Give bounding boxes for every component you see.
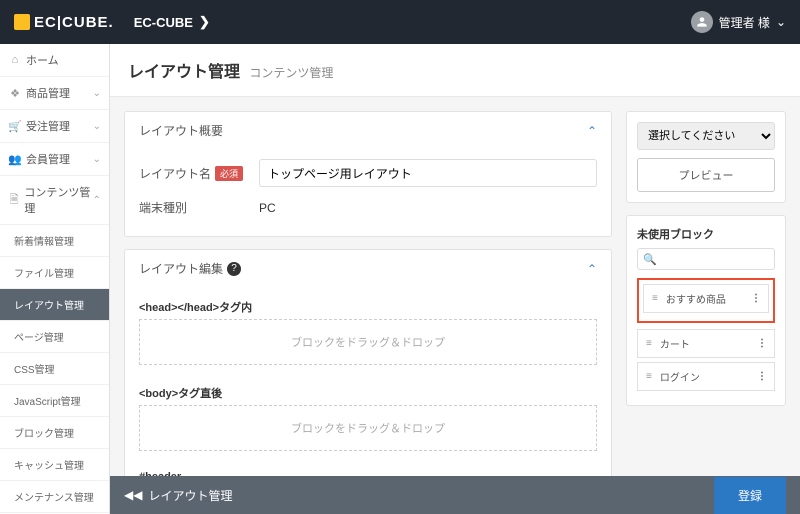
device-value: PC — [259, 201, 276, 215]
collapse-icon[interactable]: ⌃ — [587, 124, 597, 138]
register-button[interactable]: 登録 — [714, 477, 786, 514]
back-icon[interactable]: ◀◀ — [124, 488, 142, 502]
edit-card: レイアウト編集 ? ⌃ <head></head>タグ内 ブロックをドラッグ＆ド… — [124, 249, 612, 514]
nav-orders[interactable]: 🛒 受注管理 ⌄ — [0, 110, 109, 143]
page-title: レイアウト管理 — [128, 64, 240, 81]
nav-products[interactable]: ❖ 商品管理 ⌄ — [0, 77, 109, 110]
nav-members[interactable]: 👥 会員管理 ⌄ — [0, 143, 109, 176]
bottom-title: レイアウト管理 — [148, 487, 232, 504]
bottom-bar: ◀◀ レイアウト管理 登録 — [110, 476, 800, 514]
overview-head[interactable]: レイアウト概要 ⌃ — [125, 112, 611, 149]
chevron-down-icon: ⌄ — [93, 154, 101, 165]
dropzone-body[interactable]: ブロックをドラッグ＆ドロップ — [139, 405, 597, 451]
preview-button[interactable]: プレビュー — [637, 158, 775, 192]
chevron-down-icon: ⌄ — [93, 121, 101, 132]
section-head: <head></head>タグ内 — [139, 291, 597, 319]
more-icon[interactable]: ⋮ — [751, 293, 760, 304]
logo: EC|CUBE. — [14, 14, 114, 31]
device-label: 端末種別 — [139, 199, 259, 216]
search-icon: 🔍 — [643, 253, 657, 266]
page-subtitle: コンテンツ管理 — [249, 66, 333, 80]
card-title: レイアウト概要 — [139, 122, 223, 139]
layout-name-label: レイアウト名 必須 — [139, 165, 259, 182]
nav-label: ホーム — [26, 52, 59, 68]
collapse-icon[interactable]: ⌃ — [587, 262, 597, 276]
sub-css[interactable]: CSS管理 — [0, 353, 109, 385]
user-label: 管理者 様 — [719, 14, 770, 31]
chevron-down-icon: ⌄ — [776, 15, 786, 29]
block-label: ログイン — [660, 369, 700, 384]
user-icon — [691, 11, 713, 33]
products-icon: ❖ — [8, 87, 22, 100]
sub-news[interactable]: 新着情報管理 — [0, 225, 109, 257]
highlight-recommend: ≡ おすすめ商品 ⋮ — [637, 278, 775, 323]
sub-layout[interactable]: レイアウト管理 — [0, 289, 109, 321]
sub-maint[interactable]: メンテナンス管理 — [0, 481, 109, 513]
more-icon[interactable]: ⋮ — [757, 371, 766, 382]
home-icon: ⌂ — [8, 54, 22, 66]
user-menu[interactable]: 管理者 様 ⌄ — [691, 11, 786, 33]
chevron-down-icon: ⌄ — [93, 88, 101, 99]
unused-block-cart[interactable]: ≡ カート ⋮ — [637, 329, 775, 358]
sub-block[interactable]: ブロック管理 — [0, 417, 109, 449]
app-name: EC-CUBE — [134, 15, 193, 30]
content-icon: 🗎 — [8, 191, 20, 210]
unused-card: 未使用ブロック 🔍 ≡ おすすめ商品 ⋮ ≡ カート — [626, 215, 786, 406]
main-content: レイアウト管理 コンテンツ管理 レイアウト概要 ⌃ レイアウト名 必須 — [110, 44, 800, 514]
unused-search-input[interactable] — [637, 248, 775, 270]
members-icon: 👥 — [8, 153, 22, 166]
unused-block-recommend[interactable]: ≡ おすすめ商品 ⋮ — [643, 284, 769, 313]
unused-block-login[interactable]: ≡ ログイン ⋮ — [637, 362, 775, 391]
overview-card: レイアウト概要 ⌃ レイアウト名 必須 端末種別 — [124, 111, 612, 237]
nav-content[interactable]: 🗎コンテンツ管理⌃ — [0, 176, 109, 225]
app-link[interactable]: EC-CUBE ❯ — [134, 14, 210, 30]
topbar: EC|CUBE. EC-CUBE ❯ 管理者 様 ⌄ — [0, 0, 800, 44]
more-icon[interactable]: ⋮ — [757, 338, 766, 349]
nav-home[interactable]: ⌂ ホーム — [0, 44, 109, 77]
sub-file[interactable]: ファイル管理 — [0, 257, 109, 289]
page-select[interactable]: 選択してください — [637, 122, 775, 150]
required-badge: 必須 — [215, 166, 243, 181]
preview-card: 選択してください プレビュー — [626, 111, 786, 203]
section-body: <body>タグ直後 — [139, 377, 597, 405]
logo-cube-icon — [14, 14, 30, 30]
nav-label: コンテンツ管理 — [24, 184, 92, 216]
nav-label: 受注管理 — [26, 118, 70, 134]
help-icon[interactable]: ? — [227, 262, 241, 276]
nav-label: 会員管理 — [26, 151, 70, 167]
page-header: レイアウト管理 コンテンツ管理 — [110, 44, 800, 97]
nav-label: 商品管理 — [26, 85, 70, 101]
layout-name-input[interactable] — [259, 159, 597, 187]
drag-handle-icon[interactable]: ≡ — [646, 371, 652, 382]
block-label: おすすめ商品 — [666, 291, 726, 306]
dropzone-head[interactable]: ブロックをドラッグ＆ドロップ — [139, 319, 597, 365]
sidebar: ⌂ ホーム ❖ 商品管理 ⌄ 🛒 受注管理 ⌄ 👥 会員管理 ⌄ 🗎コンテンツ管理⌃ 新着情報… — [0, 44, 110, 514]
logo-text: EC|CUBE. — [34, 14, 114, 31]
block-label: カート — [660, 336, 690, 351]
drag-handle-icon[interactable]: ≡ — [646, 338, 652, 349]
card-title: レイアウト編集 — [139, 260, 223, 277]
sub-cache[interactable]: キャッシュ管理 — [0, 449, 109, 481]
drag-handle-icon[interactable]: ≡ — [652, 293, 658, 304]
unused-title: 未使用ブロック — [637, 226, 775, 242]
orders-icon: 🛒 — [8, 120, 22, 133]
chevron-up-icon: ⌃ — [93, 195, 101, 206]
edit-head[interactable]: レイアウト編集 ? ⌃ — [125, 250, 611, 287]
chevron-right-icon: ❯ — [199, 14, 210, 30]
sub-js[interactable]: JavaScript管理 — [0, 385, 109, 417]
sub-page[interactable]: ページ管理 — [0, 321, 109, 353]
